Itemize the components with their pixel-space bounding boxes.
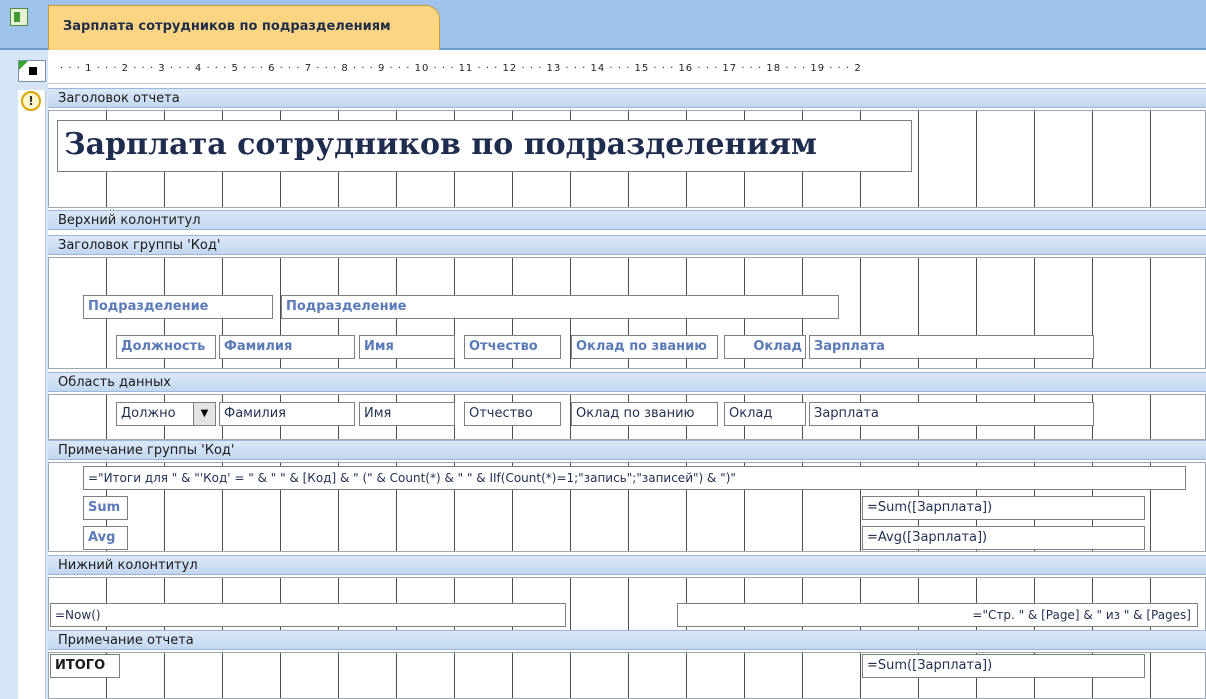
report-sum-expression[interactable]: =Sum([Зарплата]) [862, 654, 1145, 678]
horizontal-ruler[interactable]: · · · 1 · · · 2 · · · 3 · · · 4 · · · 5 … [48, 58, 1206, 84]
report-tab-title: Зарплата сотрудников по подразделениям [63, 19, 391, 34]
patronymic-label[interactable]: Отчество [464, 335, 561, 359]
group-summary-expression[interactable]: ="Итоги для " & "'Код' = " & " " & [Код]… [83, 466, 1186, 490]
group-sum-expression[interactable]: =Sum([Зарплата]) [862, 496, 1145, 520]
avg-label[interactable]: Avg [83, 526, 128, 550]
section-report-header-label: Заголовок отчета [58, 91, 180, 106]
rank-salary-label[interactable]: Оклад по званию [571, 335, 718, 359]
ruler-marks: · · · 1 · · · 2 · · · 3 · · · 4 · · · 5 … [60, 63, 862, 74]
section-report-footer-label: Примечание отчета [58, 633, 194, 648]
report-icon[interactable] [10, 8, 28, 26]
position-label[interactable]: Должность [116, 335, 216, 359]
pay-label[interactable]: Зарплата [809, 335, 1094, 359]
report-title[interactable]: Зарплата сотрудников по подразделениям [57, 120, 912, 172]
warning-icon[interactable]: ! [21, 91, 41, 111]
selector-green-icon [19, 61, 28, 70]
total-label[interactable]: ИТОГО [50, 654, 120, 678]
surname-field[interactable]: Фамилия [219, 402, 355, 426]
position-combo[interactable]: Должно ▼ [116, 402, 216, 426]
salary-label[interactable]: Оклад [724, 335, 806, 359]
section-page-footer[interactable]: Нижний колонтитул [48, 555, 1206, 575]
sum-label[interactable]: Sum [83, 496, 128, 520]
now-expression[interactable]: =Now() [50, 603, 566, 627]
report-selector[interactable] [18, 60, 46, 82]
section-detail-label: Область данных [58, 375, 171, 390]
group-avg-expression[interactable]: =Avg([Зарплата]) [862, 526, 1145, 550]
selector-black-icon [29, 67, 37, 75]
pay-field[interactable]: Зарплата [809, 402, 1094, 426]
section-detail[interactable]: Область данных [48, 372, 1206, 392]
section-group-footer-label: Примечание группы 'Код' [58, 443, 235, 458]
section-page-footer-label: Нижний колонтитул [58, 558, 198, 573]
section-report-header[interactable]: Заголовок отчета [48, 88, 1206, 108]
document-tab-bar: Зарплата сотрудников по подразделениям [0, 0, 1206, 50]
section-report-footer[interactable]: Примечание отчета [48, 630, 1206, 650]
surname-label[interactable]: Фамилия [219, 335, 355, 359]
patronymic-field[interactable]: Отчество [464, 402, 561, 426]
section-group-footer[interactable]: Примечание группы 'Код' [48, 440, 1206, 460]
section-group-header[interactable]: Заголовок группы 'Код' [48, 235, 1206, 255]
subdivision-label[interactable]: Подразделение [83, 295, 273, 319]
rank-salary-field[interactable]: Оклад по званию [571, 402, 718, 426]
subdivision-field[interactable]: Подразделение [281, 295, 839, 319]
salary-field[interactable]: Оклад [724, 402, 806, 426]
name-field[interactable]: Имя [359, 402, 455, 426]
section-page-header-label: Верхний колонтитул [58, 213, 201, 228]
vertical-ruler[interactable] [18, 90, 46, 699]
report-tab[interactable]: Зарплата сотрудников по подразделениям [48, 5, 440, 50]
name-label[interactable]: Имя [359, 335, 455, 359]
position-field-value: Должно [121, 406, 176, 421]
page-number-expression[interactable]: ="Стр. " & [Page] & " из " & [Pages] [677, 603, 1198, 627]
combo-dropdown-icon[interactable]: ▼ [193, 403, 215, 425]
section-page-header[interactable]: Верхний колонтитул [48, 210, 1206, 230]
section-group-header-label: Заголовок группы 'Код' [58, 238, 221, 253]
